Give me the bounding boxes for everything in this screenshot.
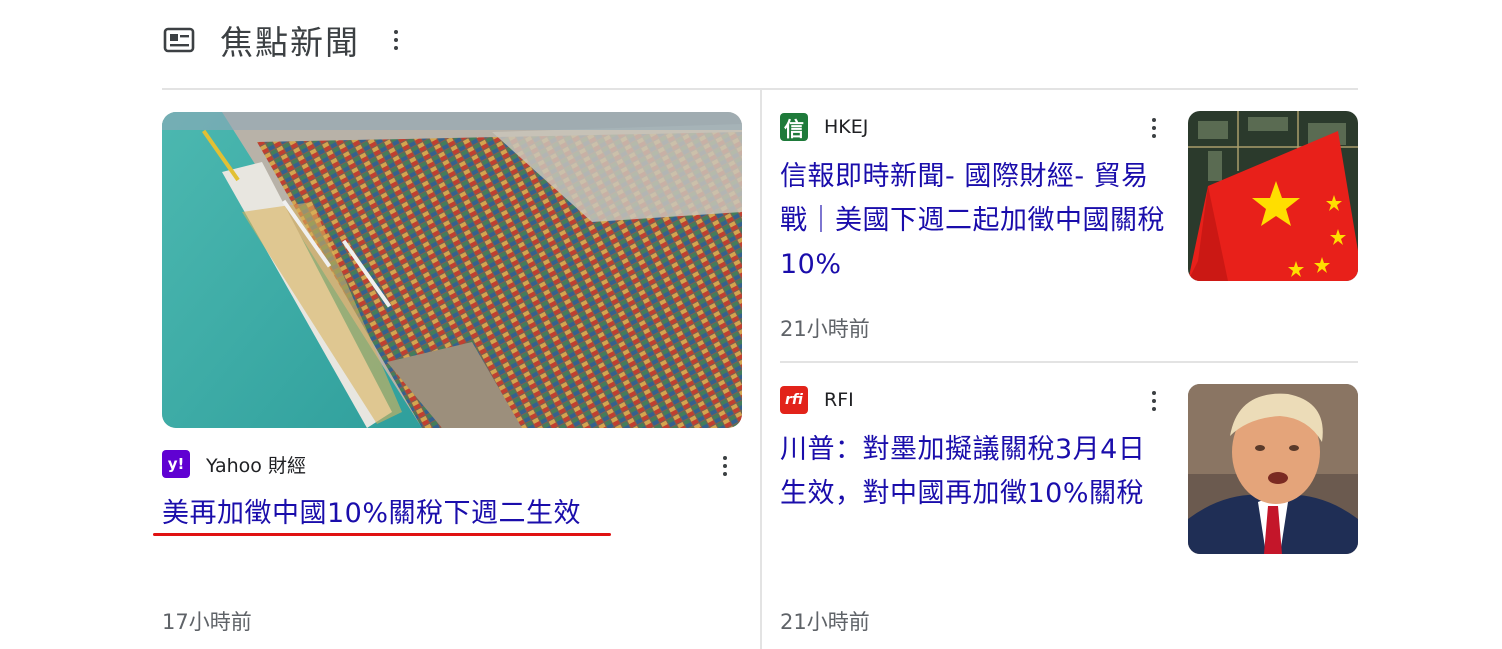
china-flag-circuit-board-photo[interactable] <box>1188 111 1358 281</box>
highlight-underline <box>153 533 611 536</box>
article-time: 17小時前 <box>162 610 252 634</box>
rfi-logo-icon: rfi <box>780 386 808 414</box>
source-name: RFI <box>824 389 854 411</box>
article-source: rfi RFI <box>780 386 854 414</box>
article-headline[interactable]: 信報即時新聞- 國際財經- 貿易戰｜美國下週二起加徵中國關稅10% <box>780 155 1172 287</box>
source-name: HKEJ <box>824 116 869 138</box>
more-vert-icon[interactable] <box>1142 110 1166 146</box>
trump-portrait-photo[interactable] <box>1188 384 1358 554</box>
article-time: 21小時前 <box>780 610 870 634</box>
more-vert-icon[interactable] <box>713 448 737 484</box>
container-port-aerial-photo[interactable] <box>162 112 742 428</box>
section-title: 焦點新聞 <box>220 23 360 62</box>
divider <box>760 90 762 649</box>
article-source: 信 HKEJ <box>780 113 868 141</box>
section-header: 焦點新聞 <box>162 14 408 66</box>
source-name: Yahoo 財經 <box>206 454 306 477</box>
news-icon <box>162 23 196 57</box>
yahoo-logo-icon: y! <box>162 450 190 478</box>
article-time: 21小時前 <box>780 317 870 341</box>
more-vert-icon[interactable] <box>384 22 408 58</box>
more-vert-icon[interactable] <box>1142 383 1166 419</box>
hkej-logo-icon: 信 <box>780 113 808 141</box>
article-source: y! Yahoo 財經 <box>162 450 306 478</box>
article-headline[interactable]: 美再加徵中國10%關稅下週二生效 <box>162 494 581 534</box>
divider <box>780 361 1358 363</box>
article-headline[interactable]: 川普：對墨加擬議關稅3月4日生效，對中國再加徵10%關稅 <box>780 428 1172 516</box>
